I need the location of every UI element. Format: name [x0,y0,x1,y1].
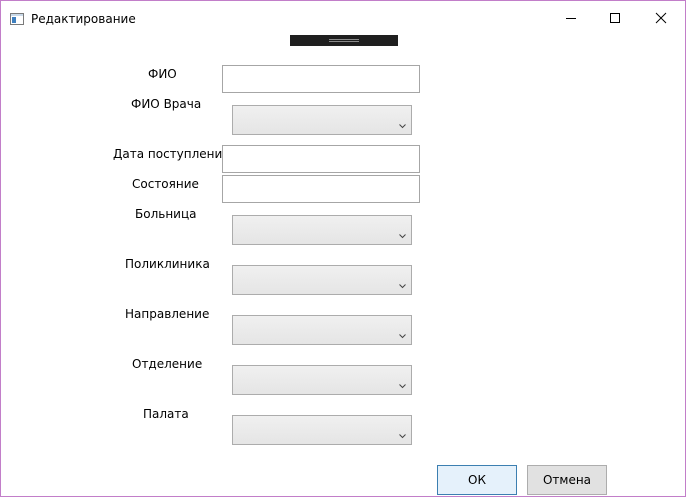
referral-label: Направление [125,307,210,321]
grip-line [329,41,359,42]
polyclinic-combobox[interactable] [232,265,412,295]
department-combobox[interactable] [232,365,412,395]
condition-input[interactable] [222,175,420,203]
chevron-down-icon [399,116,406,134]
grip-line [329,39,359,40]
title-bar[interactable]: Редактирование [1,1,685,35]
minimize-button[interactable] [549,1,595,35]
hospital-label: Больница [135,207,197,221]
hospital-combobox[interactable] [232,215,412,245]
ward-combobox[interactable] [232,415,412,445]
admission-date-label: Дата поступления [113,147,230,161]
window-app-icon [10,12,24,25]
fio-input[interactable] [222,65,420,93]
designer-grip-bar[interactable] [290,35,398,46]
ward-label: Палата [143,407,189,421]
chevron-down-icon [399,326,406,344]
ok-button[interactable]: ОК [437,465,517,495]
chevron-down-icon [399,226,406,244]
window-title: Редактирование [31,12,136,26]
maximize-button[interactable] [593,1,639,35]
admission-date-input[interactable] [222,145,420,173]
condition-label: Состояние [132,177,199,191]
fio-label: ФИО [148,67,177,81]
polyclinic-label: Поликлиника [125,257,210,271]
doctor-label: ФИО Врача [131,97,202,111]
doctor-combobox[interactable] [232,105,412,135]
chevron-down-icon [399,376,406,394]
edit-window: Редактирование ФИО ФИО Врача Дата поступ… [0,0,686,497]
referral-combobox[interactable] [232,315,412,345]
chevron-down-icon [399,276,406,294]
cancel-button[interactable]: Отмена [527,465,607,495]
close-button[interactable] [639,1,685,35]
chevron-down-icon [399,426,406,444]
department-label: Отделение [132,357,203,371]
